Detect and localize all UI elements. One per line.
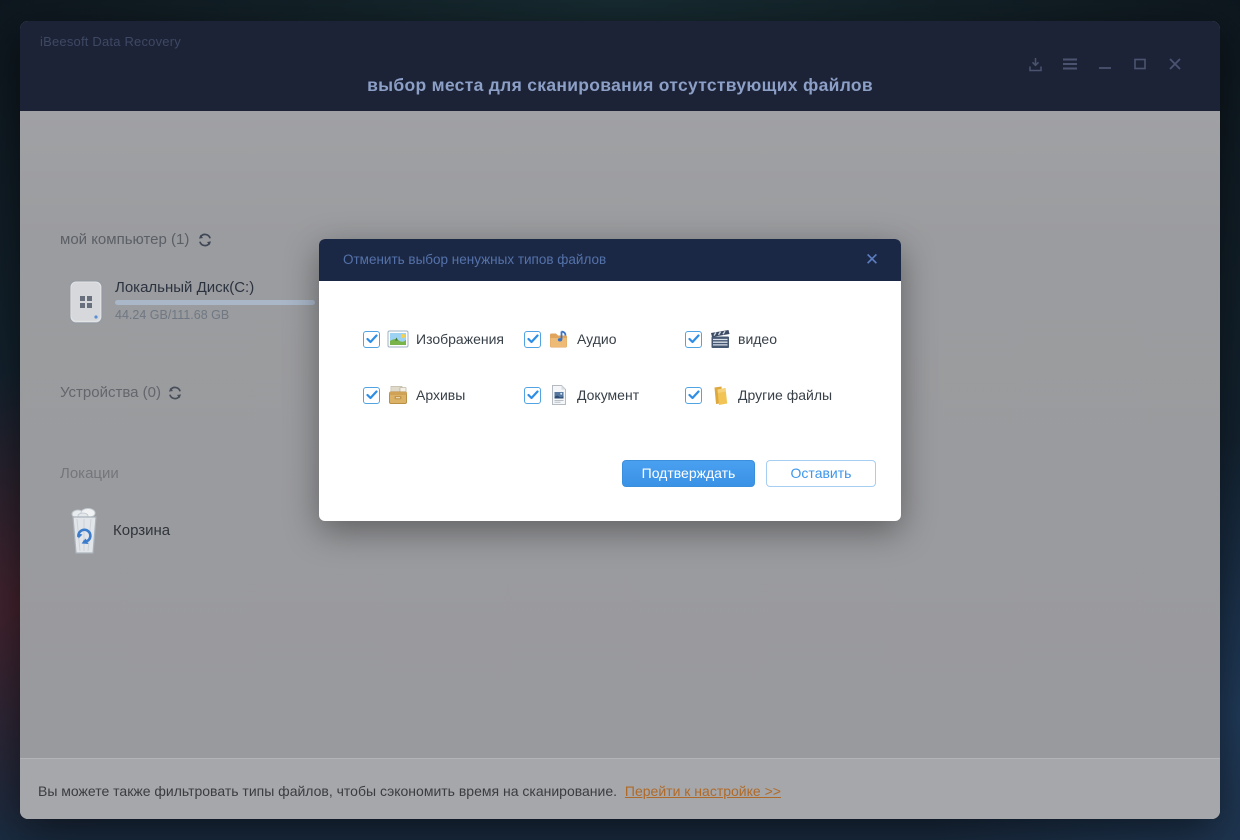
image-icon: [387, 328, 409, 350]
drive-item-c[interactable]: Локальный Диск(C:) 44.24 GB/111.68 GB: [66, 277, 346, 327]
section-locations: Локации: [60, 465, 119, 482]
maximize-icon[interactable]: [1131, 55, 1149, 73]
dialog-title: Отменить выбор ненужных типов файлов: [343, 252, 607, 267]
minimize-icon[interactable]: [1096, 55, 1114, 73]
file-type-label: Архивы: [416, 387, 466, 403]
page-title: выбор места для сканирования отсутствующ…: [367, 75, 873, 95]
file-type-documents[interactable]: Документ: [524, 384, 685, 406]
drive-name: Локальный Диск(C:): [115, 279, 255, 296]
keep-button[interactable]: Оставить: [766, 460, 876, 487]
app-window: iBeesoft Data Recovery выбор места для с…: [20, 21, 1220, 819]
confirm-button[interactable]: Подтверждать: [622, 460, 755, 487]
document-icon: [548, 384, 570, 406]
drive-usage-bar: [115, 300, 315, 305]
file-type-images[interactable]: Изображения: [363, 328, 524, 350]
recycle-bin-item[interactable]: Корзина: [64, 507, 264, 559]
footer-text: Вы можете также фильтровать типы файлов,…: [38, 783, 618, 799]
recycle-bin-label: Корзина: [113, 522, 171, 539]
file-type-label: Документ: [577, 387, 640, 403]
audio-icon: [548, 328, 570, 350]
section-devices: Устройства (0): [60, 384, 161, 401]
close-icon[interactable]: ✕: [861, 249, 883, 271]
recycle-bin-icon: [64, 507, 104, 562]
checkbox-other[interactable]: [685, 386, 702, 404]
file-type-label: видео: [738, 331, 777, 347]
file-type-dialog: Отменить выбор ненужных типов файлов ✕ И…: [319, 239, 901, 521]
file-type-label: Аудио: [577, 331, 617, 347]
checkbox-video[interactable]: [685, 330, 702, 348]
refresh-icon[interactable]: [197, 232, 213, 248]
window-controls: [1026, 55, 1184, 73]
section-my-computer: мой компьютер (1): [60, 231, 190, 248]
other-files-icon: [709, 384, 731, 406]
file-type-label: Другие файлы: [738, 387, 833, 403]
checkbox-images[interactable]: [363, 330, 380, 348]
file-type-audio[interactable]: Аудио: [524, 328, 685, 350]
file-type-grid: Изображения Аудио видео Архивы Документ …: [363, 328, 895, 406]
titlebar: iBeesoft Data Recovery выбор места для с…: [20, 21, 1220, 111]
file-type-label: Изображения: [416, 331, 504, 347]
hard-drive-icon: [66, 279, 106, 330]
settings-link[interactable]: Перейти к настройке >>: [625, 783, 781, 799]
footer-bar: Вы можете также фильтровать типы файлов,…: [20, 758, 1220, 819]
file-type-other[interactable]: Другие файлы: [685, 384, 895, 406]
app-title: iBeesoft Data Recovery: [40, 34, 181, 49]
file-type-video[interactable]: видео: [685, 328, 895, 350]
checkbox-archives[interactable]: [363, 386, 380, 404]
drive-usage-text: 44.24 GB/111.68 GB: [115, 308, 230, 322]
menu-icon[interactable]: [1061, 55, 1079, 73]
refresh-icon[interactable]: [167, 385, 183, 401]
close-icon[interactable]: [1166, 55, 1184, 73]
dialog-header: Отменить выбор ненужных типов файлов ✕: [319, 239, 901, 281]
checkbox-audio[interactable]: [524, 330, 541, 348]
file-type-archives[interactable]: Архивы: [363, 384, 524, 406]
checkbox-documents[interactable]: [524, 386, 541, 404]
save-icon[interactable]: [1026, 55, 1044, 73]
archive-icon: [387, 384, 409, 406]
video-icon: [709, 328, 731, 350]
